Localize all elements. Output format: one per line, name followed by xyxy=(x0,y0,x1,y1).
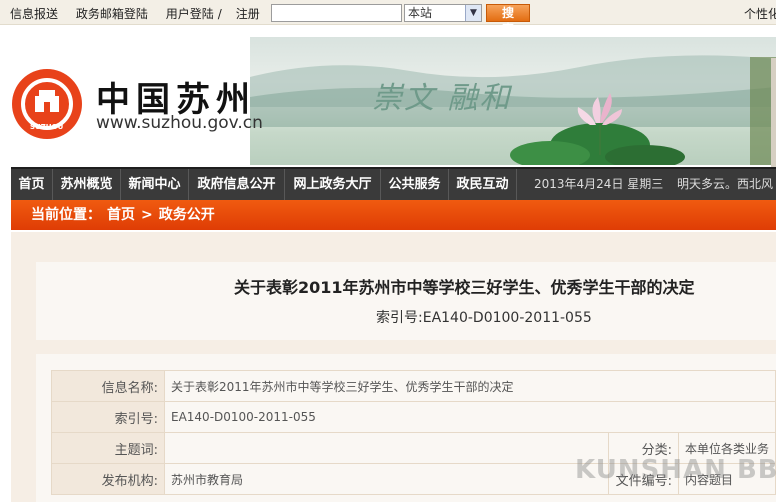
info-category-value: 本单位各类业务 xyxy=(677,432,776,464)
breadcrumb-trail: 当前位置： 首页 > 政务公开 xyxy=(31,200,221,230)
top-links: 信息报送 政务邮箱登陆 用户登陆 / 注册 xyxy=(10,5,274,22)
breadcrumb-prefix: 当前位置： xyxy=(31,207,101,223)
info-index-value: EA140-D0100-2011-055 xyxy=(164,401,776,433)
weather-forecast: 明天多云。西北风 xyxy=(677,177,774,191)
info-keywords-label: 主题词: xyxy=(51,432,165,464)
table-row: 主题词: 分类: 本单位各类业务 xyxy=(51,432,776,464)
chevron-right-icon: > xyxy=(141,207,153,223)
nav-online-hall[interactable]: 网上政务大厅 xyxy=(285,169,381,200)
chevron-down-icon[interactable]: ▼ xyxy=(465,5,481,21)
content-area: 关于表彰2011年苏州市中等学校三好学生、优秀学生干部的决定 索引号:EA140… xyxy=(11,232,776,502)
search-scope-select[interactable]: 本站 ▼ xyxy=(404,4,482,22)
nav-public-service[interactable]: 公共服务 xyxy=(381,169,449,200)
info-publisher-label: 发布机构: xyxy=(51,463,165,495)
info-publisher-value: 苏州市教育局 xyxy=(164,463,609,495)
index-value: EA140-D0100-2011-055 xyxy=(422,310,592,326)
top-utility-bar: 信息报送 政务邮箱登陆 用户登陆/ 注册 本站 ▼ 搜 索 个性化 xyxy=(0,0,776,36)
document-index: 索引号:EA140-D0100-2011-055 xyxy=(376,307,592,327)
register-link[interactable]: 注册 xyxy=(236,7,260,21)
nav-home[interactable]: 首页 xyxy=(11,169,53,200)
search-input[interactable] xyxy=(271,4,402,22)
current-date: 2013年4月24日 星期三 xyxy=(534,177,664,191)
link-separator: / xyxy=(217,7,222,21)
breadcrumb-home[interactable]: 首页 xyxy=(107,207,135,223)
document-title: 关于表彰2011年苏州市中等学校三好学生、优秀学生干部的决定 xyxy=(234,278,695,297)
banner-slogan: 崇文 融和 xyxy=(372,81,512,116)
banner-landscape-image xyxy=(250,37,776,165)
table-row: 信息名称: 关于表彰2011年苏州市中等学校三好学生、优秀学生干部的决定 xyxy=(51,370,776,402)
search-button[interactable]: 搜 索 xyxy=(486,4,530,36)
info-docnum-value: 内容题目 xyxy=(677,463,776,495)
logo-caption: SUZHOU xyxy=(30,123,64,131)
document-header: 关于表彰2011年苏州市中等学校三好学生、优秀学生干部的决定 索引号:EA140… xyxy=(36,262,776,340)
table-row: 发布机构: 苏州市教育局 文件编号: 内容题目 xyxy=(51,463,776,495)
nav-news-center[interactable]: 新闻中心 xyxy=(121,169,189,200)
info-index-label: 索引号: xyxy=(51,401,165,433)
banner-scene-art xyxy=(250,55,776,165)
info-keywords-value xyxy=(164,432,609,464)
breadcrumb-current[interactable]: 政务公开 xyxy=(159,207,215,223)
document-info-panel: 信息名称: 关于表彰2011年苏州市中等学校三好学生、优秀学生干部的决定 索引号… xyxy=(36,354,776,502)
nav-overview[interactable]: 苏州概览 xyxy=(53,169,121,200)
search-scope-value: 本站 xyxy=(408,6,433,20)
report-info-link[interactable]: 信息报送 xyxy=(10,7,58,21)
personalize-link[interactable]: 个性化 xyxy=(744,5,776,22)
breadcrumb: 当前位置： 首页 > 政务公开 xyxy=(11,200,776,230)
main-nav: 首页 苏州概览 新闻中心 政府信息公开 网上政务大厅 公共服务 政民互动 201… xyxy=(11,167,776,200)
site-url: www.suzhou.gov.cn xyxy=(96,113,263,133)
site-banner: 崇文 融和 SUZHOU 中国苏州 www.suzhou.gov.cn xyxy=(0,25,776,165)
document-info-table: 信息名称: 关于表彰2011年苏州市中等学校三好学生、优秀学生干部的决定 索引号… xyxy=(51,370,776,495)
nav-interaction[interactable]: 政民互动 xyxy=(449,169,517,200)
info-docnum-label: 文件编号: xyxy=(607,463,679,495)
banner-scroll-edge xyxy=(771,58,776,168)
gov-mail-login-link[interactable]: 政务邮箱登陆 xyxy=(76,7,148,21)
user-login-link[interactable]: 用户登陆 xyxy=(166,7,214,21)
info-category-label: 分类: xyxy=(607,432,679,464)
info-name-label: 信息名称: xyxy=(51,370,165,402)
info-name-value: 关于表彰2011年苏州市中等学校三好学生、优秀学生干部的决定 xyxy=(164,370,776,402)
gate-tower-icon xyxy=(35,90,59,112)
nav-gov-info[interactable]: 政府信息公开 xyxy=(189,169,285,200)
table-row: 索引号: EA140-D0100-2011-055 xyxy=(51,401,776,433)
index-label: 索引号: xyxy=(376,310,423,326)
